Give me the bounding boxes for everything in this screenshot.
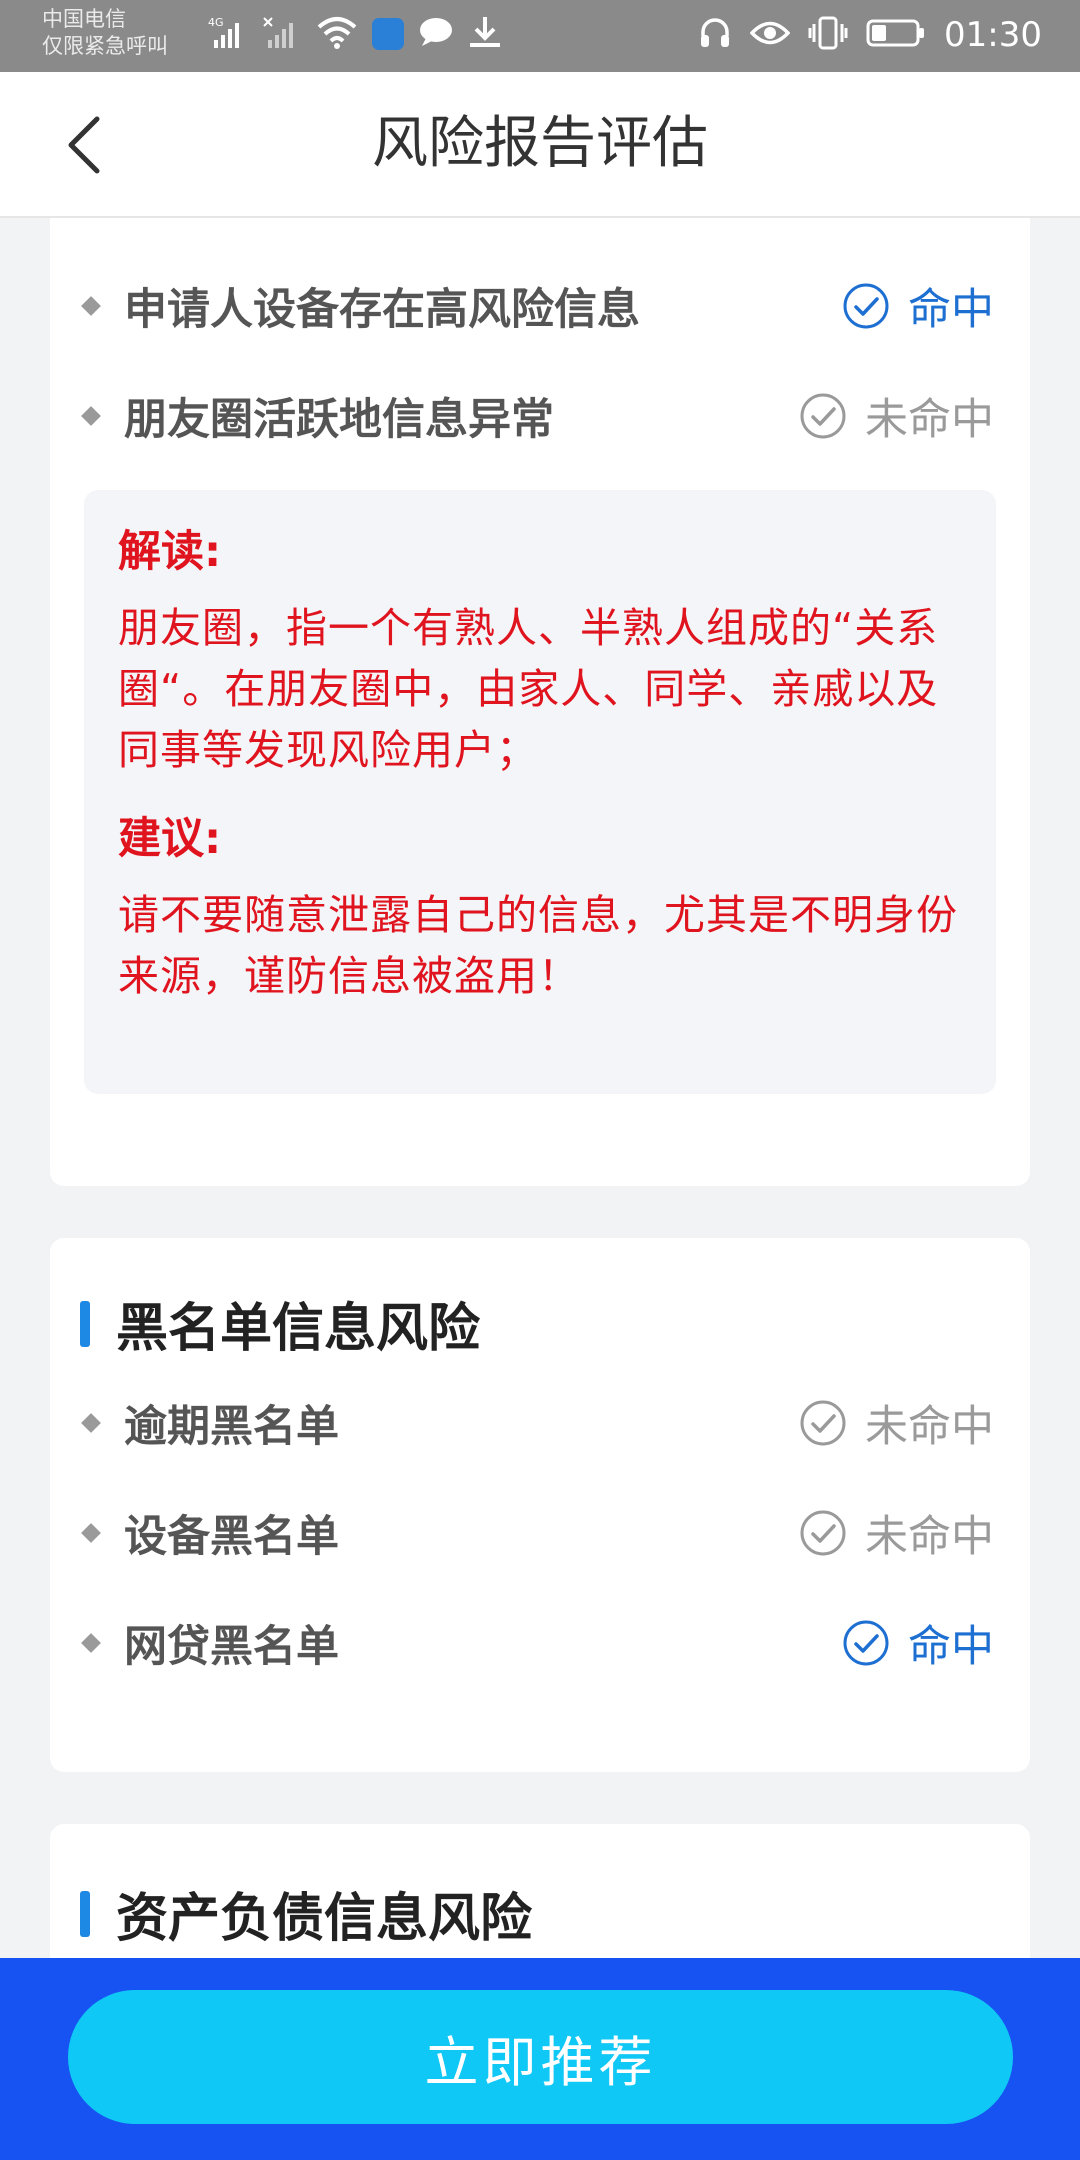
- emergency-only-label: 仅限紧急呼叫: [42, 34, 168, 58]
- risk-item-label: 逾期黑名单: [124, 1402, 339, 1452]
- download-icon: [468, 15, 502, 53]
- recommend-now-button[interactable]: 立即推荐: [68, 1990, 1013, 2124]
- risk-row: 朋友圈活跃地信息异常 未命中: [80, 381, 994, 451]
- svg-text:4G: 4G: [208, 16, 224, 29]
- wifi-icon: [316, 15, 358, 53]
- risk-item-label: 朋友圈活跃地信息异常: [124, 395, 554, 445]
- interpretation-text: 朋友圈，指一个有熟人、半熟人组成的“关系圈“。在朋友圈中，由家人、同学、亲戚以及…: [118, 604, 939, 774]
- section-accent-bar: [80, 1300, 90, 1347]
- carrier-name: 中国电信: [42, 7, 126, 31]
- signal-4g-icon: 4G: [208, 14, 248, 54]
- bullet-diamond-icon: [81, 1633, 101, 1653]
- eye-comfort-icon: [749, 18, 791, 52]
- bottom-action-bar: 立即推荐: [0, 1958, 1080, 2160]
- risk-card-blacklist: 黑名单信息风险 逾期黑名单 未命中 设备黑名单 未命中 网贷黑名单 命中: [50, 1238, 1030, 1772]
- interpretation-heading: 解读:: [118, 527, 222, 577]
- risk-status-miss: 未命中: [799, 1502, 994, 1564]
- risk-card-social: 申请人设备存在高风险信息 命中 朋友圈活跃地信息异常 未命中 解读: 朋友圈，指…: [50, 218, 1030, 1186]
- risk-row: 网贷黑名单 命中: [80, 1608, 994, 1678]
- top-nav-bar: 风险报告评估: [0, 72, 1080, 218]
- bullet-diamond-icon: [81, 296, 101, 316]
- risk-row: 逾期黑名单 未命中: [80, 1388, 994, 1458]
- check-circle-icon: [843, 1620, 889, 1666]
- risk-row: 设备黑名单 未命中: [80, 1498, 994, 1568]
- carrier-info: 中国电信 仅限紧急呼叫: [42, 6, 168, 60]
- headset-icon: [698, 16, 732, 54]
- explanation-panel: 解读: 朋友圈，指一个有熟人、半熟人组成的“关系圈“。在朋友圈中，由家人、同学、…: [84, 490, 996, 1094]
- suggestion-heading: 建议:: [118, 814, 222, 864]
- risk-row: 申请人设备存在高风险信息 命中: [80, 271, 994, 341]
- risk-item-label: 申请人设备存在高风险信息: [124, 285, 640, 335]
- section-title: 黑名单信息风险: [116, 1299, 481, 1359]
- bullet-diamond-icon: [81, 1413, 101, 1433]
- status-bar: 中国电信 仅限紧急呼叫 4G 01:30: [0, 0, 1080, 72]
- check-circle-icon: [800, 1400, 846, 1446]
- status-text: 未命中: [865, 1402, 994, 1452]
- battery-icon: [866, 18, 926, 52]
- section-header: 资产负债信息风险: [80, 1876, 532, 1951]
- risk-status-miss: 未命中: [799, 1392, 994, 1454]
- signal-no-sim-icon: [262, 14, 302, 54]
- security-app-icon: [372, 18, 404, 50]
- status-icons-left: 4G: [208, 14, 502, 54]
- status-text: 未命中: [865, 1512, 994, 1562]
- message-icon: [418, 16, 454, 52]
- section-accent-bar: [80, 1890, 90, 1937]
- report-content[interactable]: 申请人设备存在高风险信息 命中 朋友圈活跃地信息异常 未命中 解读: 朋友圈，指…: [0, 218, 1080, 1958]
- risk-status-hit: 命中: [842, 275, 994, 337]
- risk-item-label: 网贷黑名单: [124, 1622, 339, 1672]
- bullet-diamond-icon: [81, 406, 101, 426]
- check-circle-icon: [843, 283, 889, 329]
- vibrate-icon: [808, 15, 848, 55]
- risk-item-label: 设备黑名单: [124, 1512, 339, 1562]
- page-title: 风险报告评估: [372, 111, 708, 176]
- clock: 01:30: [944, 15, 1042, 55]
- risk-card-assets: 资产负债信息风险: [50, 1824, 1030, 1958]
- check-circle-icon: [800, 393, 846, 439]
- status-text: 命中: [908, 1622, 994, 1672]
- suggestion-text: 请不要随意泄露自己的信息，尤其是不明身份来源，谨防信息被盗用！: [118, 891, 958, 1000]
- status-text: 未命中: [865, 395, 994, 445]
- status-icons-right: 01:30: [698, 12, 1042, 58]
- section-title: 资产负债信息风险: [116, 1889, 533, 1949]
- risk-status-hit: 命中: [842, 1612, 994, 1674]
- section-header: 黑名单信息风险: [80, 1286, 480, 1361]
- risk-status-miss: 未命中: [799, 385, 994, 447]
- status-text: 命中: [908, 285, 994, 335]
- check-circle-icon: [800, 1510, 846, 1556]
- bullet-diamond-icon: [81, 1523, 101, 1543]
